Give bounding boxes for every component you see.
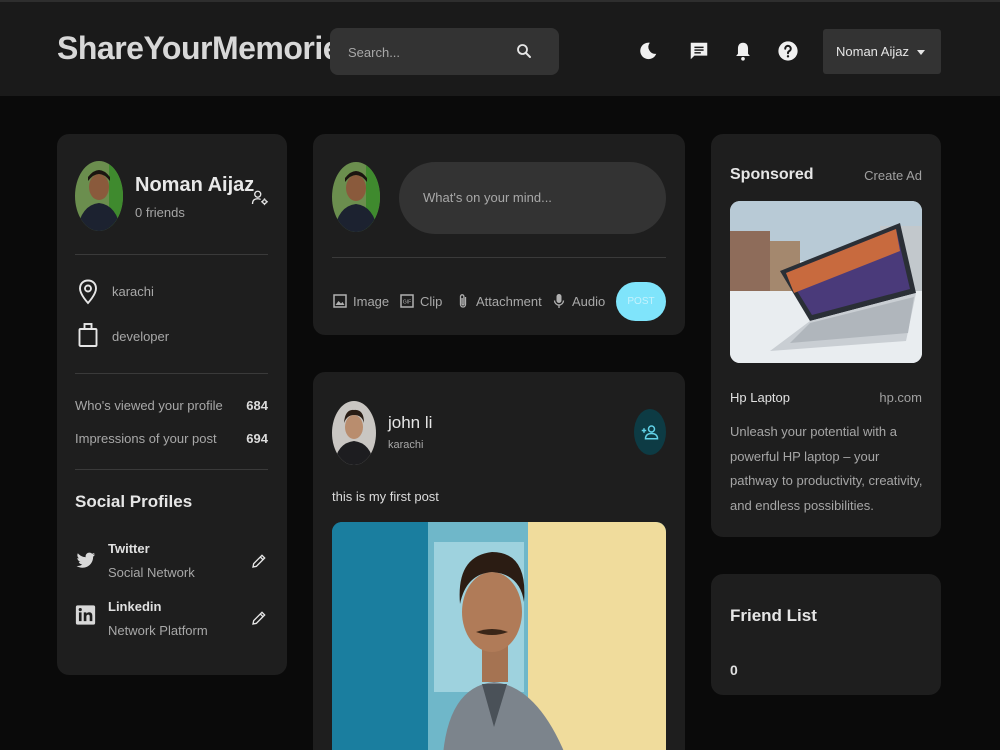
microphone-icon bbox=[553, 294, 565, 308]
twitter-name[interactable]: Twitter bbox=[108, 541, 150, 556]
social-profiles-heading: Social Profiles bbox=[75, 492, 193, 511]
profile-views-label: Who's viewed your profile bbox=[75, 398, 223, 413]
profile-views-value: 684 bbox=[246, 398, 268, 413]
linkedin-icon bbox=[75, 605, 96, 625]
impressions-value: 694 bbox=[246, 431, 268, 446]
post-composer: Image GIF Clip Attachment Audio POST bbox=[313, 134, 685, 335]
post-input-wrapper[interactable] bbox=[399, 162, 666, 234]
post-text: this is my first post bbox=[332, 489, 439, 504]
avatar[interactable] bbox=[332, 162, 380, 232]
friend-list-card: Friend List 0 bbox=[711, 574, 941, 695]
post-image[interactable] bbox=[332, 522, 666, 750]
post-card: john li karachi this is my first post bbox=[313, 372, 685, 750]
navbar: ShareYourMemories Noman Aijaz bbox=[0, 0, 1000, 96]
divider bbox=[332, 257, 666, 258]
avatar[interactable] bbox=[332, 401, 376, 465]
edit-pencil-icon[interactable] bbox=[251, 610, 267, 626]
create-ad-link[interactable]: Create Ad bbox=[864, 168, 922, 183]
brand-logo[interactable]: ShareYourMemories bbox=[57, 30, 358, 67]
post-input[interactable] bbox=[423, 186, 643, 208]
add-friend-button[interactable] bbox=[634, 409, 666, 455]
image-tool-label: Image bbox=[353, 293, 390, 309]
post-author-location: karachi bbox=[388, 439, 424, 451]
linkedin-name[interactable]: Linkedin bbox=[108, 599, 161, 614]
search-bar[interactable] bbox=[330, 28, 559, 75]
user-menu-name: Noman Aijaz bbox=[836, 44, 909, 59]
paperclip-icon bbox=[459, 294, 467, 308]
location-text: karachi bbox=[112, 284, 154, 299]
ad-image[interactable] bbox=[730, 201, 922, 363]
gif-icon: GIF bbox=[400, 294, 414, 308]
image-icon bbox=[333, 294, 347, 308]
occupation-text: developer bbox=[112, 329, 170, 344]
twitter-icon bbox=[76, 552, 96, 568]
divider bbox=[75, 469, 268, 470]
attachment-tool[interactable]: Attachment bbox=[456, 290, 542, 312]
profile-name[interactable]: Noman Aijaz bbox=[135, 174, 254, 197]
attachment-tool-label: Attachment bbox=[476, 293, 542, 309]
avatar[interactable] bbox=[75, 161, 123, 231]
briefcase-icon bbox=[78, 323, 98, 347]
linkedin-sub: Network Platform bbox=[108, 623, 208, 638]
post-author-name[interactable]: john li bbox=[388, 413, 432, 433]
edit-pencil-icon[interactable] bbox=[251, 553, 267, 569]
friend-list-heading: Friend List bbox=[730, 606, 817, 625]
audio-tool[interactable]: Audio bbox=[552, 290, 605, 312]
location-pin-icon bbox=[79, 279, 97, 305]
chevron-down-icon bbox=[917, 50, 925, 55]
svg-text:GIF: GIF bbox=[403, 300, 411, 306]
impressions-label: Impressions of your post bbox=[75, 431, 217, 446]
ad-product-name[interactable]: Hp Laptop bbox=[730, 390, 790, 405]
bell-icon[interactable] bbox=[732, 40, 754, 62]
divider bbox=[75, 254, 268, 255]
clip-tool[interactable]: GIF Clip bbox=[400, 290, 442, 312]
profile-card: Noman Aijaz 0 friends karachi developer … bbox=[57, 134, 287, 675]
friends-count: 0 friends bbox=[135, 205, 185, 220]
image-tool[interactable]: Image bbox=[333, 290, 389, 312]
add-person-icon bbox=[641, 425, 659, 440]
divider bbox=[75, 373, 268, 374]
manage-account-icon[interactable] bbox=[251, 189, 269, 207]
sponsored-card: Sponsored Create Ad Hp Laptop hp.com Unl… bbox=[711, 134, 941, 537]
audio-tool-label: Audio bbox=[572, 293, 606, 309]
twitter-sub: Social Network bbox=[108, 565, 195, 580]
ad-description: Unleash your potential with a powerful H… bbox=[730, 424, 923, 513]
search-icon[interactable] bbox=[515, 42, 533, 60]
sponsored-heading: Sponsored bbox=[730, 166, 814, 183]
ad-domain[interactable]: hp.com bbox=[879, 390, 922, 405]
search-input[interactable] bbox=[348, 40, 508, 64]
message-icon[interactable] bbox=[688, 40, 710, 62]
user-menu-dropdown[interactable]: Noman Aijaz bbox=[823, 29, 941, 74]
help-icon[interactable] bbox=[777, 40, 799, 62]
clip-tool-label: Clip bbox=[420, 293, 443, 309]
moon-icon[interactable] bbox=[637, 40, 659, 62]
friend-list-count: 0 bbox=[730, 662, 738, 678]
post-button[interactable]: POST bbox=[616, 282, 666, 321]
